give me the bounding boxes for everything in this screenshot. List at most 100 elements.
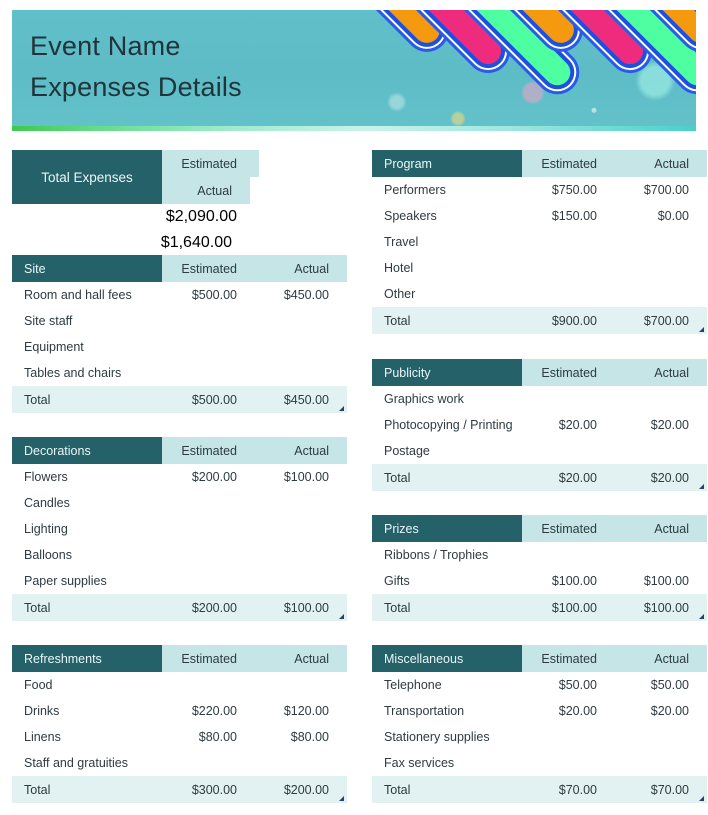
- table-resize-handle-icon[interactable]: [699, 614, 704, 619]
- table-total-row[interactable]: Total $70.00 $70.00: [372, 776, 707, 803]
- table-category-header[interactable]: Prizes: [372, 515, 522, 542]
- table-header-row: Refreshments Estimated Actual: [12, 645, 347, 672]
- table-row[interactable]: Candles: [12, 490, 347, 516]
- expense-table-site: Site Estimated Actual Room and hall fees $50…: [12, 255, 347, 413]
- table-row[interactable]: Linens $80.00 $80.00: [12, 724, 347, 750]
- cell-total-label: Total: [384, 470, 411, 485]
- cell-estimated: [522, 255, 619, 281]
- cell-estimated: $220.00: [191, 704, 237, 718]
- table-row[interactable]: Fax services: [372, 750, 707, 776]
- cell-estimated: $200.00: [191, 470, 237, 484]
- table-row[interactable]: Telephone $50.00 $50.00: [372, 672, 707, 698]
- table-total-row[interactable]: Total $100.00 $100.00: [372, 594, 707, 621]
- table-row[interactable]: Lighting: [12, 516, 347, 542]
- table-resize-handle-icon[interactable]: [339, 796, 344, 801]
- cell-estimated: [162, 750, 259, 776]
- table-total-row[interactable]: Total $900.00 $700.00: [372, 307, 707, 334]
- cell-item-name: Ribbons / Trophies: [384, 548, 489, 562]
- table-total-row[interactable]: Total $500.00 $450.00: [12, 386, 347, 413]
- cell-actual: $100.00: [283, 600, 329, 615]
- table-row[interactable]: Staff and gratuities: [12, 750, 347, 776]
- cell-actual: $100.00: [283, 470, 329, 484]
- table-category-header[interactable]: Publicity: [372, 359, 522, 386]
- table-row[interactable]: Transportation $20.00 $20.00: [372, 698, 707, 724]
- cell-actual: [259, 750, 347, 776]
- table-resize-handle-icon[interactable]: [699, 484, 704, 489]
- cell-actual: [619, 281, 707, 307]
- cell-estimated: [522, 438, 619, 464]
- cell-estimated: [522, 229, 619, 255]
- table-category-header[interactable]: Miscellaneous: [372, 645, 522, 672]
- cell-estimated: [522, 386, 619, 412]
- table-row[interactable]: Site staff: [12, 308, 347, 334]
- column-header-actual: Actual: [259, 645, 347, 672]
- cell-total-label: Total: [384, 313, 411, 328]
- cell-estimated: [162, 308, 259, 334]
- table-row[interactable]: Drinks $220.00 $120.00: [12, 698, 347, 724]
- cell-item-name: Paper supplies: [24, 574, 107, 588]
- table-row[interactable]: Ribbons / Trophies: [372, 542, 707, 568]
- table-resize-handle-icon[interactable]: [699, 327, 704, 332]
- cell-actual: [619, 542, 707, 568]
- cell-actual: $700.00: [643, 313, 689, 328]
- expense-table-program: Program Estimated Actual Performers $750.00 $…: [372, 150, 707, 334]
- cell-actual: [259, 490, 347, 516]
- cell-actual: $20.00: [650, 704, 689, 718]
- cell-item-name: Hotel: [384, 261, 414, 275]
- table-row[interactable]: Tables and chairs: [12, 360, 347, 386]
- table-row[interactable]: Paper supplies: [12, 568, 347, 594]
- cell-item-name: Room and hall fees: [24, 288, 132, 302]
- table-row[interactable]: Stationery supplies: [372, 724, 707, 750]
- table-category-header[interactable]: Decorations: [12, 437, 162, 464]
- table-row[interactable]: Graphics work: [372, 386, 707, 412]
- cell-estimated: [162, 360, 259, 386]
- expense-table-publicity: Publicity Estimated Actual Graphics work Pho…: [372, 359, 707, 491]
- cell-item-name: Performers: [384, 183, 446, 197]
- table-row[interactable]: Food: [12, 672, 347, 698]
- table-total-row[interactable]: Total $300.00 $200.00: [12, 776, 347, 803]
- expense-report-page: Event Name Expenses Details Total Expens…: [0, 0, 708, 815]
- page-banner: Event Name Expenses Details: [12, 10, 696, 128]
- table-row[interactable]: Balloons: [12, 542, 347, 568]
- table-category-header[interactable]: Refreshments: [12, 645, 162, 672]
- cell-estimated: [522, 542, 619, 568]
- table-resize-handle-icon[interactable]: [339, 406, 344, 411]
- column-header-estimated: Estimated: [162, 437, 259, 464]
- table-row[interactable]: Other: [372, 281, 707, 307]
- banner-stripes-decoration: [336, 10, 696, 128]
- table-row[interactable]: Speakers $150.00 $0.00: [372, 203, 707, 229]
- table-category-header[interactable]: Site: [12, 255, 162, 282]
- cell-item-name: Candles: [24, 496, 70, 510]
- column-header-estimated: Estimated: [522, 515, 619, 542]
- cell-item-name: Postage: [384, 444, 430, 458]
- table-row[interactable]: Flowers $200.00 $100.00: [12, 464, 347, 490]
- cell-estimated: [522, 281, 619, 307]
- table-resize-handle-icon[interactable]: [699, 796, 704, 801]
- cell-estimated: $20.00: [558, 470, 597, 485]
- cell-estimated: $900.00: [551, 313, 597, 328]
- table-total-row[interactable]: Total $200.00 $100.00: [12, 594, 347, 621]
- cell-item-name: Other: [384, 287, 416, 301]
- cell-item-name: Fax services: [384, 756, 455, 770]
- table-row[interactable]: Room and hall fees $500.00 $450.00: [12, 282, 347, 308]
- column-header-actual: Actual: [619, 150, 707, 177]
- cell-item-name: Balloons: [24, 548, 72, 562]
- table-row[interactable]: Gifts $100.00 $100.00: [372, 568, 707, 594]
- cell-actual: [259, 516, 347, 542]
- table-row[interactable]: Performers $750.00 $700.00: [372, 177, 707, 203]
- table-resize-handle-icon[interactable]: [339, 614, 344, 619]
- expense-table-miscellaneous: Miscellaneous Estimated Actual Telephone $50…: [372, 645, 707, 803]
- total-expenses-label: Total Expenses: [12, 150, 162, 204]
- table-category-header[interactable]: Program: [372, 150, 522, 177]
- column-header-estimated: Estimated: [522, 645, 619, 672]
- table-row[interactable]: Travel: [372, 229, 707, 255]
- cell-item-name: Graphics work: [384, 392, 464, 406]
- table-row[interactable]: Photocopying / Printing $20.00 $20.00: [372, 412, 707, 438]
- column-header-actual: Actual: [619, 645, 707, 672]
- table-row[interactable]: Hotel: [372, 255, 707, 281]
- table-row[interactable]: Postage: [372, 438, 707, 464]
- expense-table-refreshments: Refreshments Estimated Actual Food Drinks $22…: [12, 645, 347, 803]
- table-total-row[interactable]: Total $20.00 $20.00: [372, 464, 707, 491]
- table-row[interactable]: $2,090.00 $1,640.00: [161, 204, 347, 256]
- table-row[interactable]: Equipment: [12, 334, 347, 360]
